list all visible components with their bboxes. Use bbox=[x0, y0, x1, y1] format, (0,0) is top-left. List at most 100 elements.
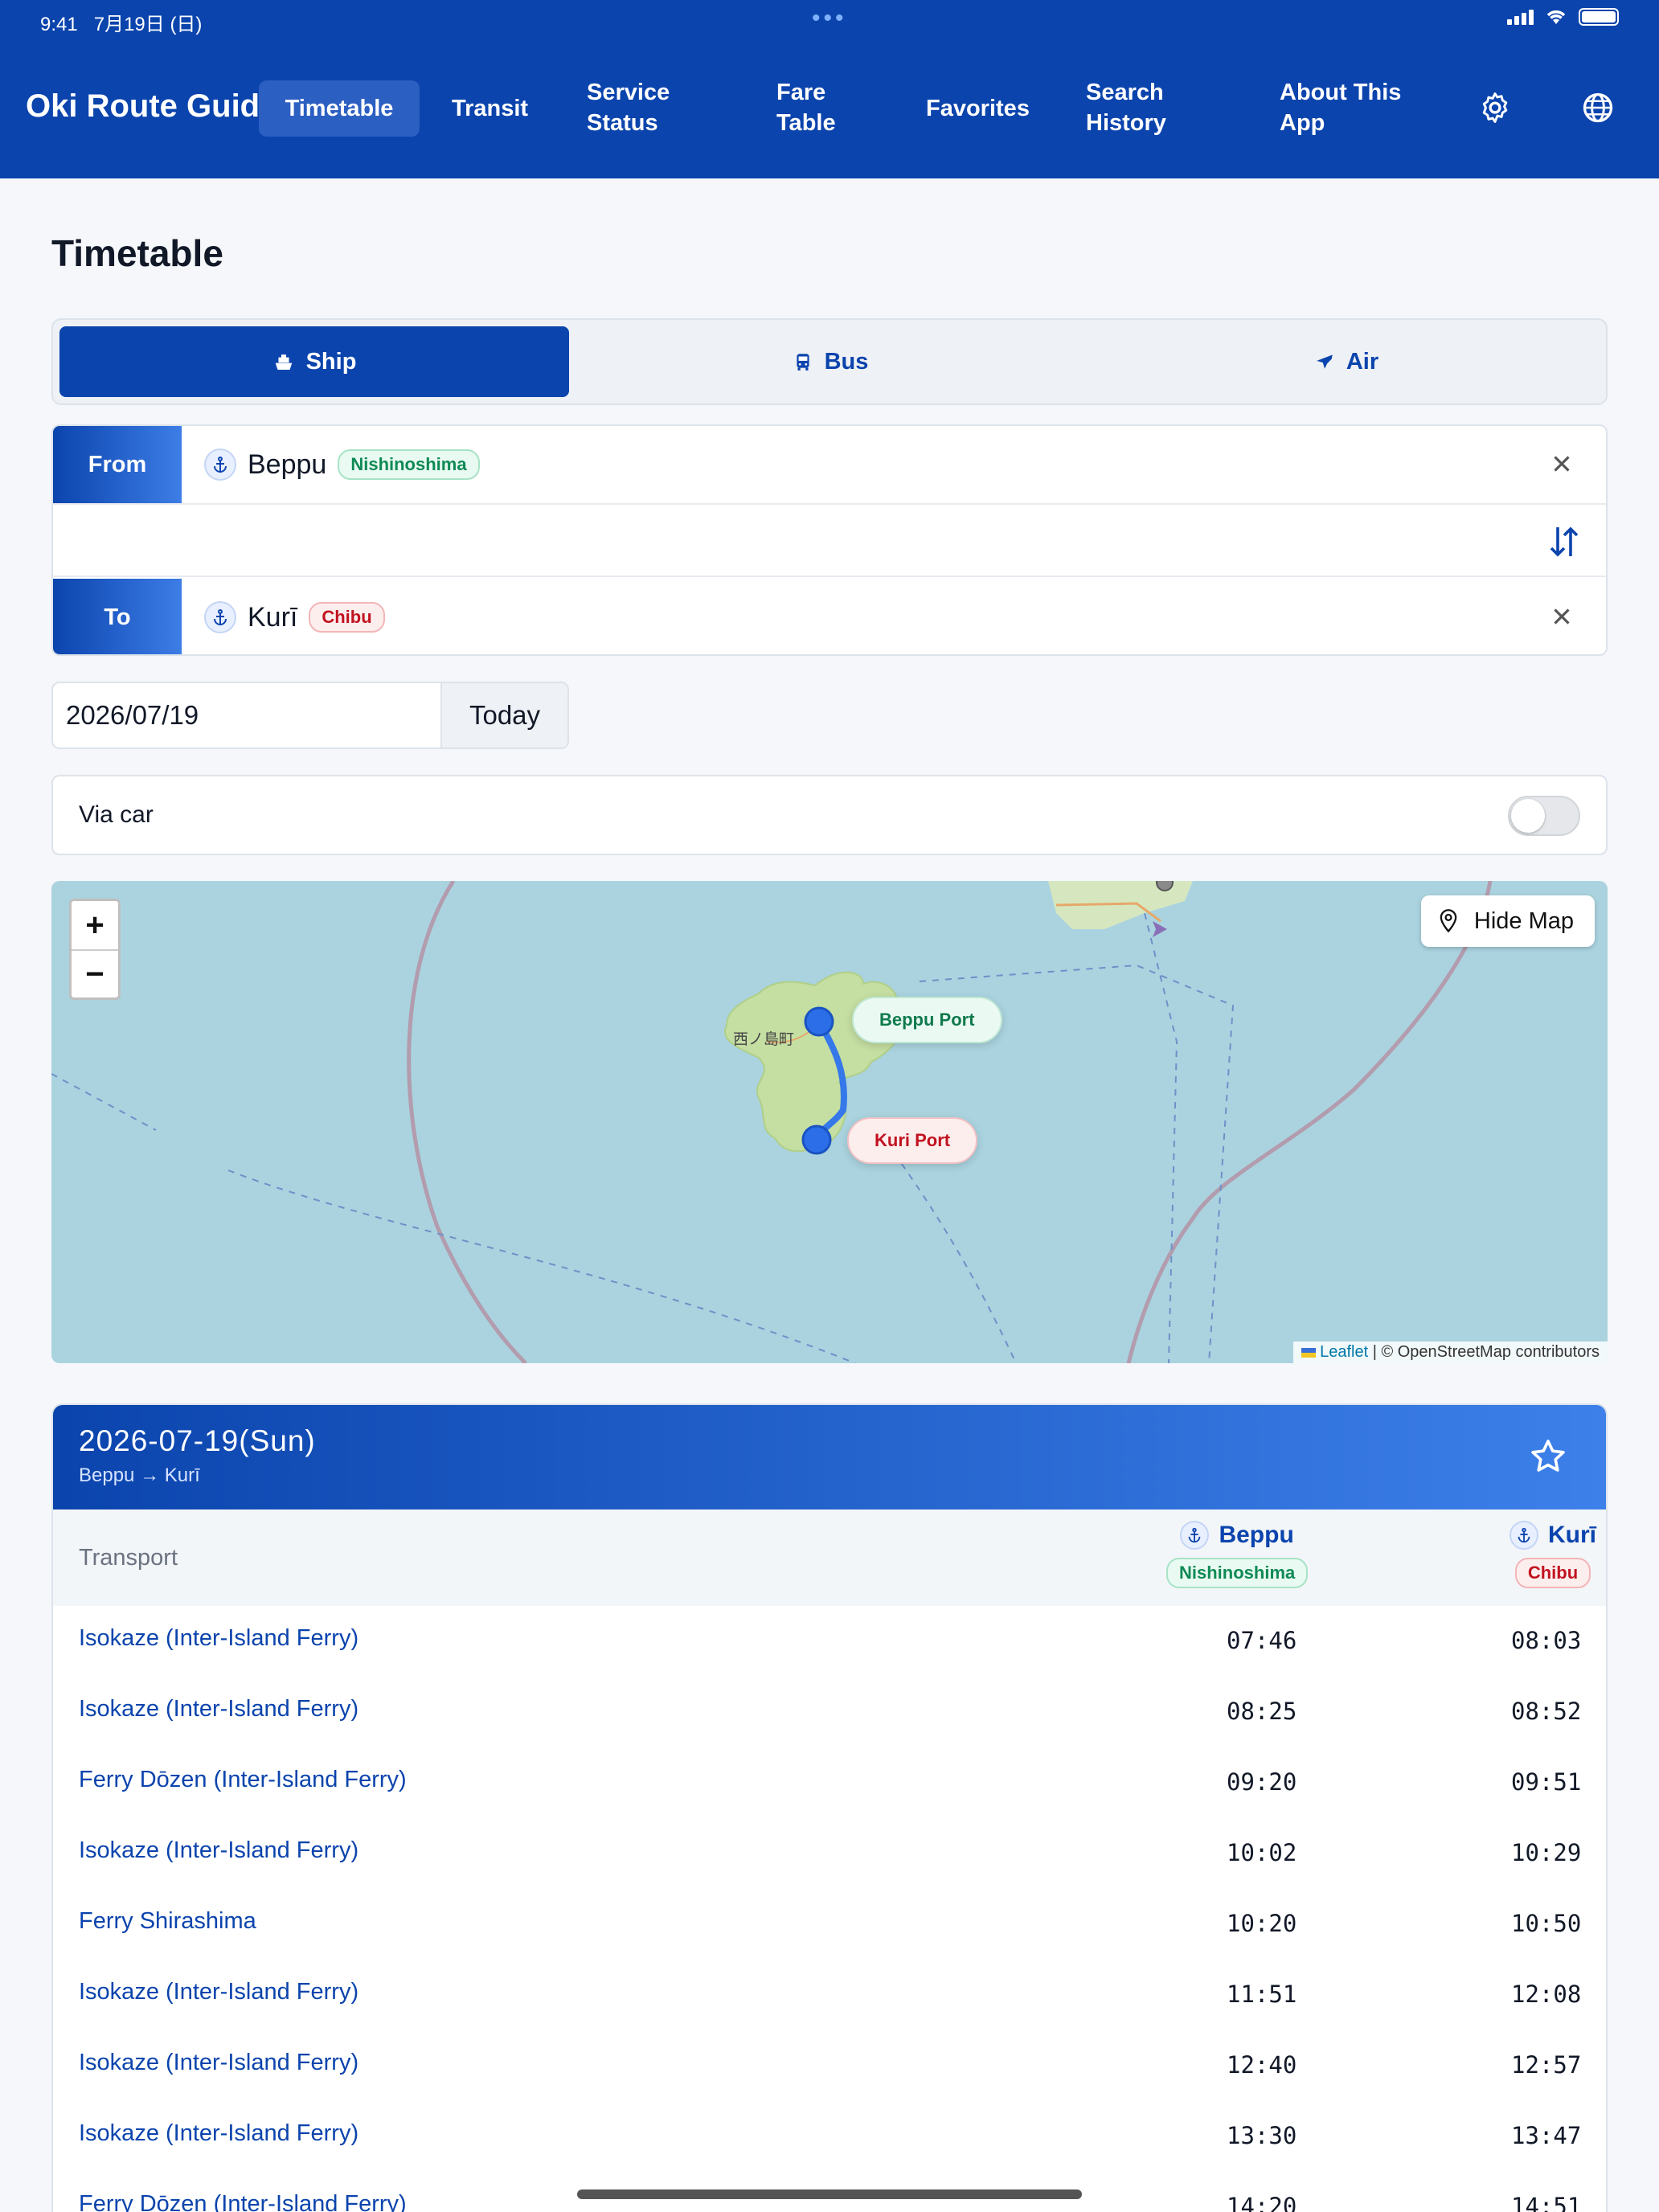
table-row[interactable]: Isokaze (Inter-Island Ferry) 07:46 08:03 bbox=[53, 1606, 1606, 1677]
transport-name[interactable]: Ferry Dōzen (Inter-Island Ferry) bbox=[79, 1767, 407, 1793]
plane-icon bbox=[1317, 354, 1333, 369]
arrival-time: 09:51 bbox=[1511, 1768, 1582, 1796]
route-selector: From Beppu Nishinoshima To Kurī Chibu bbox=[51, 424, 1608, 656]
column-from: Beppu Nishinoshima bbox=[1166, 1521, 1309, 1588]
via-car-label: Via car bbox=[79, 801, 154, 828]
transport-name[interactable]: Isokaze (Inter-Island Ferry) bbox=[79, 2120, 358, 2147]
table-row[interactable]: Isokaze (Inter-Island Ferry) 10:02 10:29 bbox=[53, 1818, 1606, 1889]
arrival-time: 12:08 bbox=[1511, 1981, 1582, 2008]
from-row[interactable]: From Beppu Nishinoshima bbox=[53, 426, 1606, 503]
nav-search-history[interactable]: Search History bbox=[1086, 77, 1198, 138]
timetable-column-header: Transport Beppu Nishinoshima Kurī Chibu bbox=[53, 1509, 1606, 1606]
today-button[interactable]: Today bbox=[440, 683, 567, 748]
departure-time: 13:30 bbox=[1227, 2122, 1297, 2149]
map-attribution: Leaflet | © OpenStreetMap contributors bbox=[1292, 1342, 1608, 1363]
table-row[interactable]: Isokaze (Inter-Island Ferry) 11:51 12:08 bbox=[53, 1960, 1606, 2030]
table-row[interactable]: Isokaze (Inter-Island Ferry) 08:25 08:52 bbox=[53, 1677, 1606, 1747]
swap-icon[interactable] bbox=[1545, 522, 1583, 561]
leaflet-link[interactable]: Leaflet bbox=[1320, 1343, 1368, 1361]
column-to-island: Chibu bbox=[1514, 1558, 1591, 1588]
arrival-time: 10:29 bbox=[1511, 1839, 1582, 1866]
nav-transit[interactable]: Transit bbox=[452, 93, 528, 124]
transport-name[interactable]: Ferry Dōzen (Inter-Island Ferry) bbox=[79, 2191, 407, 2212]
departure-time: 11:51 bbox=[1227, 1981, 1297, 2008]
transport-name[interactable]: Isokaze (Inter-Island Ferry) bbox=[79, 1625, 358, 1652]
departure-time: 07:46 bbox=[1227, 1627, 1297, 1654]
arrival-time: 08:52 bbox=[1511, 1698, 1582, 1725]
anchor-icon bbox=[1180, 1521, 1210, 1550]
column-transport: Transport bbox=[79, 1545, 178, 1571]
nav-fare-table[interactable]: Fare Table bbox=[776, 77, 873, 138]
column-from-island: Nishinoshima bbox=[1166, 1558, 1309, 1588]
transport-name[interactable]: Isokaze (Inter-Island Ferry) bbox=[79, 2050, 358, 2076]
hide-map-button[interactable]: Hide Map bbox=[1420, 895, 1595, 947]
main-nav: Oki Route Guide Timetable Transit Servic… bbox=[0, 56, 1659, 161]
from-label: From bbox=[53, 426, 182, 503]
tab-air[interactable]: Air bbox=[1092, 326, 1601, 397]
home-indicator[interactable] bbox=[577, 2189, 1082, 2199]
tab-ship[interactable]: Ship bbox=[59, 326, 569, 397]
departure-time: 08:25 bbox=[1227, 1698, 1297, 1725]
nav-timetable[interactable]: Timetable bbox=[259, 80, 420, 137]
mode-selector: Ship Bus Air bbox=[51, 318, 1608, 405]
departure-time: 10:20 bbox=[1227, 1910, 1297, 1937]
status-clock: 9:41 bbox=[40, 14, 78, 35]
osm-attribution[interactable]: © OpenStreetMap contributors bbox=[1381, 1343, 1600, 1361]
tab-bus-label: Bus bbox=[824, 348, 869, 375]
top-bar: 9:41 7月19日 (日) ••• Oki Route Guide Timet… bbox=[0, 0, 1659, 178]
to-value[interactable]: Kurī Chibu bbox=[204, 579, 385, 654]
multitask-dots-icon[interactable]: ••• bbox=[812, 5, 847, 32]
column-to-station: Kurī bbox=[1548, 1522, 1596, 1548]
transport-name[interactable]: Isokaze (Inter-Island Ferry) bbox=[79, 1696, 358, 1722]
globe-icon[interactable] bbox=[1580, 90, 1616, 125]
ukraine-flag-icon bbox=[1301, 1347, 1316, 1358]
zoom-out-button[interactable]: − bbox=[72, 949, 118, 997]
departure-time: 14:20 bbox=[1227, 2193, 1297, 2212]
table-row[interactable]: Isokaze (Inter-Island Ferry) 13:30 13:47 bbox=[53, 2101, 1606, 2172]
nav-service-status[interactable]: Service Status bbox=[587, 77, 699, 138]
transport-name[interactable]: Isokaze (Inter-Island Ferry) bbox=[79, 1837, 358, 1864]
arrival-time: 12:57 bbox=[1511, 2051, 1582, 2079]
nav-about[interactable]: About This App bbox=[1280, 77, 1416, 138]
port-label-beppu[interactable]: Beppu Port bbox=[852, 997, 1002, 1043]
table-row[interactable]: Isokaze (Inter-Island Ferry) 12:40 12:57 bbox=[53, 2030, 1606, 2101]
status-date: 7月19日 (日) bbox=[93, 14, 203, 35]
wifi-icon bbox=[1546, 10, 1566, 24]
clear-to-icon[interactable] bbox=[1548, 603, 1575, 630]
zoom-in-button[interactable]: + bbox=[72, 901, 118, 949]
from-value[interactable]: Beppu Nishinoshima bbox=[204, 426, 480, 503]
map-tiles bbox=[51, 881, 1493, 1363]
clear-from-icon[interactable] bbox=[1548, 450, 1575, 477]
tab-ship-label: Ship bbox=[305, 348, 357, 375]
nav-favorites[interactable]: Favorites bbox=[926, 93, 1030, 124]
tab-bus[interactable]: Bus bbox=[576, 326, 1085, 397]
anchor-icon bbox=[204, 449, 236, 481]
arrival-time: 13:47 bbox=[1511, 2122, 1582, 2149]
zoom-control: + − bbox=[69, 899, 121, 1000]
to-row[interactable]: To Kurī Chibu bbox=[53, 579, 1606, 654]
to-island-badge: Chibu bbox=[309, 602, 385, 633]
via-car-toggle[interactable] bbox=[1508, 796, 1580, 836]
status-time: 9:41 7月19日 (日) bbox=[40, 8, 202, 36]
route-map[interactable]: 西ノ島町 Beppu Port Kuri Port + − Hide Map L… bbox=[51, 881, 1608, 1363]
transport-name[interactable]: Ferry Shirashima bbox=[79, 1908, 256, 1935]
to-label: To bbox=[53, 579, 182, 654]
cellular-icon bbox=[1507, 9, 1534, 25]
arrival-time: 08:03 bbox=[1511, 1627, 1582, 1654]
app-brand[interactable]: Oki Route Guide bbox=[26, 88, 277, 125]
gear-icon[interactable] bbox=[1477, 90, 1513, 125]
app-root: 9:41 7月19日 (日) ••• Oki Route Guide Timet… bbox=[0, 0, 1659, 2212]
table-row[interactable]: Ferry Shirashima 10:20 10:50 bbox=[53, 1889, 1606, 1960]
toggle-knob bbox=[1511, 799, 1545, 833]
from-island-badge: Nishinoshima bbox=[338, 449, 480, 480]
table-row[interactable]: Ferry Dōzen (Inter-Island Ferry) 09:20 09:… bbox=[53, 1747, 1606, 1818]
arrival-time: 14:51 bbox=[1511, 2193, 1582, 2212]
port-label-kuri[interactable]: Kuri Port bbox=[847, 1117, 978, 1164]
arrival-time: 10:50 bbox=[1511, 1910, 1582, 1937]
star-icon[interactable] bbox=[1529, 1437, 1567, 1476]
departure-time: 09:20 bbox=[1227, 1768, 1297, 1796]
date-field: 2026/07/19 Today bbox=[51, 682, 569, 749]
transport-name[interactable]: Isokaze (Inter-Island Ferry) bbox=[79, 1979, 358, 2005]
departure-time: 12:40 bbox=[1227, 2051, 1297, 2079]
date-input[interactable]: 2026/07/19 bbox=[66, 683, 199, 748]
